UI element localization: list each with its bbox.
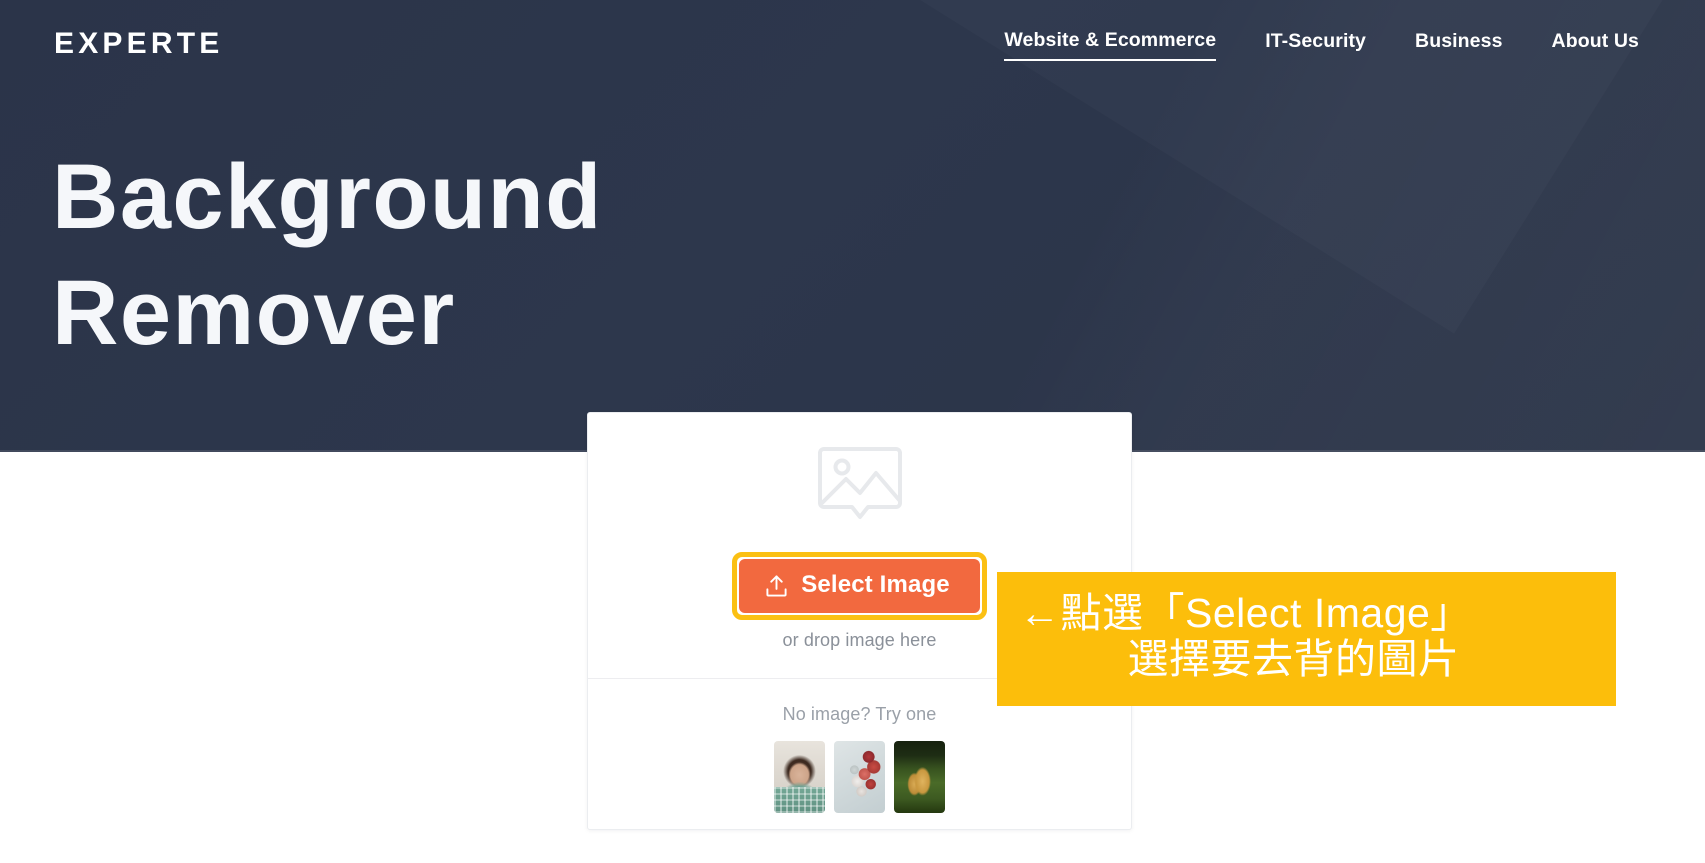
- red-ornaments-thumbnail[interactable]: [834, 741, 885, 814]
- annotation-line-2: 選擇要去背的圖片: [1127, 636, 1460, 682]
- instruction-annotation-box: ←點選「Select Image」 選擇要去背的圖片: [997, 572, 1616, 706]
- select-image-button-wrapper: Select Image: [732, 551, 987, 620]
- top-navigation-bar: EXPERTE Website & Ecommerce IT-Security …: [0, 0, 1705, 88]
- image-placeholder-icon: [817, 446, 902, 519]
- drop-image-hint: or drop image here: [782, 629, 937, 650]
- woman-portrait-thumbnail[interactable]: [774, 741, 825, 814]
- nav-item-website-ecommerce[interactable]: Website & Ecommerce: [1004, 27, 1217, 61]
- main-nav: Website & Ecommerce IT-Security Business…: [1004, 27, 1655, 61]
- sample-images-label: No image? Try one: [782, 704, 937, 724]
- hero-section: EXPERTE Website & Ecommerce IT-Security …: [0, 0, 1705, 452]
- page-title: Background Remover: [52, 146, 603, 364]
- annotation-line-1: ←點選「Select Image」: [1019, 590, 1472, 637]
- sample-thumbnail-list: [774, 741, 945, 814]
- nav-item-business[interactable]: Business: [1415, 28, 1503, 59]
- upload-icon: [766, 575, 787, 597]
- select-image-button-label: Select Image: [801, 570, 950, 598]
- site-logo[interactable]: EXPERTE: [54, 29, 223, 59]
- nav-item-it-security[interactable]: IT-Security: [1265, 28, 1366, 59]
- dog-on-grass-thumbnail[interactable]: [894, 741, 945, 814]
- nav-item-about-us[interactable]: About Us: [1552, 28, 1639, 59]
- select-image-button[interactable]: Select Image: [739, 558, 980, 613]
- page-root: EXPERTE Website & Ecommerce IT-Security …: [0, 0, 1705, 863]
